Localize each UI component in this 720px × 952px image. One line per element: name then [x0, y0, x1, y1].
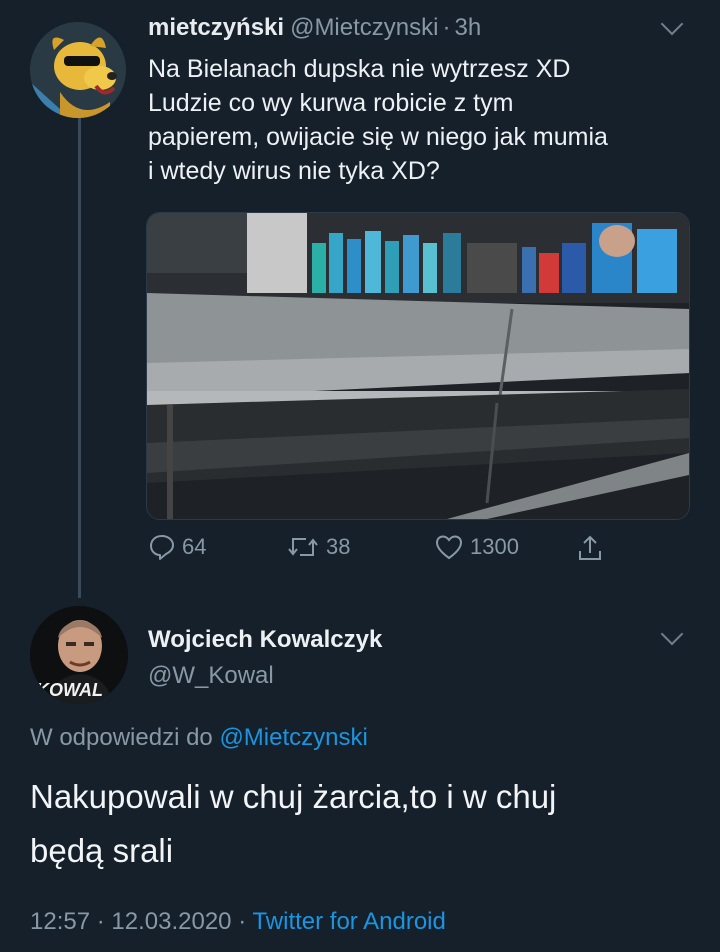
- parent-handle[interactable]: @Mietczynski: [290, 14, 438, 41]
- meta-separator: ·: [96, 908, 105, 935]
- parent-text-line: papierem, owijacie się w niego jak mumia: [148, 123, 608, 151]
- tweet-metadata: 12:57 · 12.03.2020 · Twitter for Android: [30, 908, 446, 936]
- parent-tweet-text: Na Bielanach dupska nie wytrzesz XD Ludz…: [148, 52, 708, 188]
- tweet-time: 12:57: [30, 908, 91, 935]
- kowalczyk-avatar[interactable]: KOWAL: [30, 606, 128, 704]
- parent-display-name[interactable]: mietczyński: [148, 14, 284, 41]
- share-button[interactable]: [576, 533, 604, 563]
- parent-text-line: i wtedy wirus nie tyka XD?: [148, 157, 440, 185]
- thread-connector-line: [78, 112, 81, 598]
- reply-more-chevron-icon[interactable]: [660, 622, 684, 646]
- reply-count: 64: [182, 534, 207, 559]
- parent-more-chevron-icon[interactable]: [660, 12, 684, 36]
- replying-prefix: W odpowiedzi do: [30, 724, 213, 751]
- retweet-count: 38: [326, 534, 351, 559]
- reply-handle[interactable]: @W_Kowal: [148, 662, 274, 690]
- replying-mention-link[interactable]: @Mietczynski: [219, 724, 367, 751]
- man-portrait-avatar-icon: KOWAL: [30, 606, 128, 704]
- reply-button[interactable]: 64: [148, 533, 206, 561]
- retweet-button[interactable]: 38: [286, 533, 350, 561]
- reply-bubble-icon: [150, 535, 174, 560]
- mietczynski-avatar[interactable]: [30, 22, 126, 118]
- parent-separator: ·: [442, 14, 451, 41]
- dog-cartoon-avatar-icon: [30, 22, 126, 118]
- tweet-date: 12.03.2020: [111, 908, 232, 935]
- parent-text-line: Ludzie co wy kurwa robicie z tym: [148, 89, 514, 117]
- reply-text-line: Nakupowali w chuj żarcia,to i w chuj: [30, 778, 557, 815]
- share-icon: [579, 535, 601, 560]
- tweet-media-photo[interactable]: [146, 212, 690, 520]
- parent-time[interactable]: 3h: [454, 14, 481, 41]
- store-shelf-photo: [147, 213, 689, 519]
- like-count: 1300: [470, 534, 519, 559]
- parent-text-line: Na Bielanach dupska nie wytrzesz XD: [148, 55, 571, 83]
- heart-icon: [435, 535, 463, 560]
- meta-separator: ·: [238, 908, 247, 935]
- reply-text-line: będą srali: [30, 832, 174, 869]
- like-button[interactable]: 1300: [434, 533, 519, 561]
- reply-display-name[interactable]: Wojciech Kowalczyk: [148, 626, 382, 654]
- replying-to-line: W odpowiedzi do @Mietczynski: [30, 724, 368, 752]
- parent-author-line: mietczyński @Mietczynski · 3h: [148, 14, 481, 42]
- reply-tweet-text: Nakupowali w chuj żarcia,to i w chuj będ…: [30, 770, 700, 878]
- avatar-kowal-text: KOWAL: [36, 680, 103, 700]
- retweet-icon: [288, 538, 318, 556]
- tweet-client-link[interactable]: Twitter for Android: [252, 908, 445, 935]
